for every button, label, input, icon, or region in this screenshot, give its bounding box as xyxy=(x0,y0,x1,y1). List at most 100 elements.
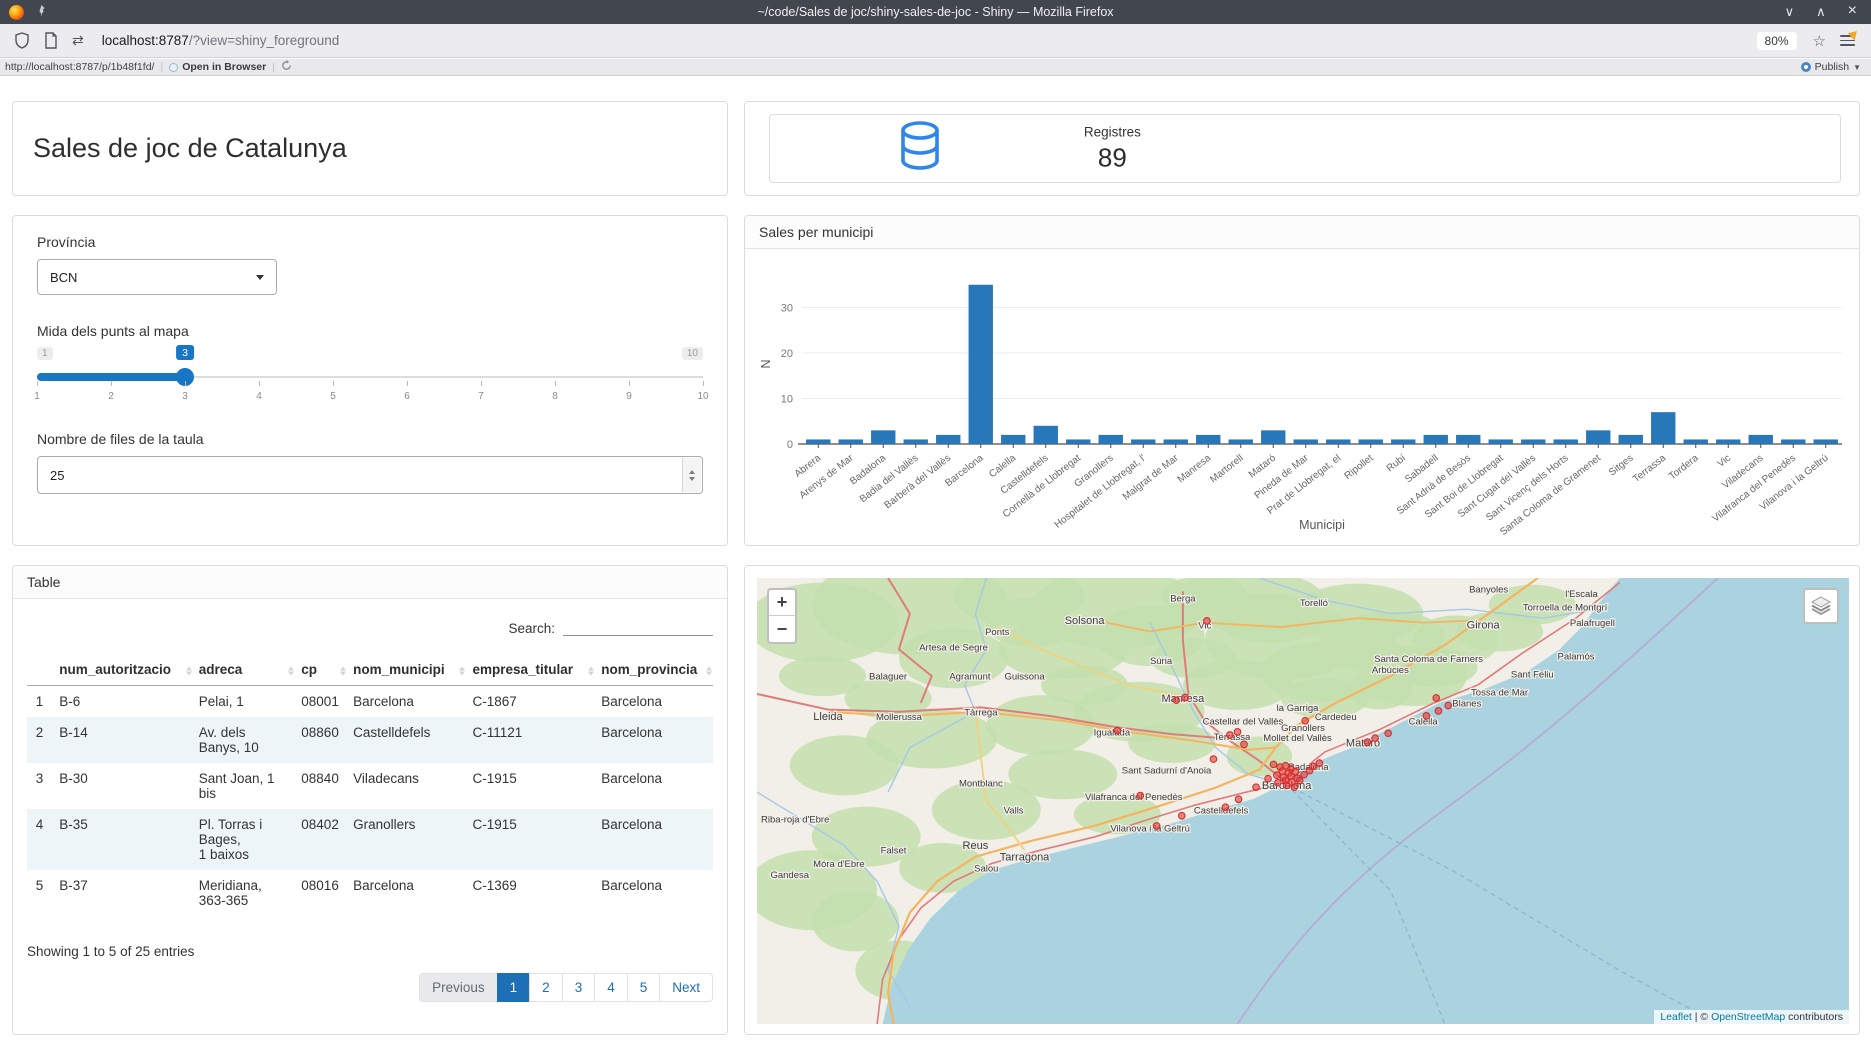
table-cell: Barcelona xyxy=(595,870,713,916)
page-info-icon[interactable] xyxy=(44,32,58,49)
table-cell: B-30 xyxy=(53,763,192,809)
map-sale-marker[interactable] xyxy=(1204,618,1211,625)
url-bar[interactable]: localhost:8787/?view=shiny_foreground xyxy=(102,33,340,48)
map-town-label: Salou xyxy=(974,863,998,874)
publish-button[interactable]: Publish ▼ xyxy=(1801,61,1871,73)
slider-tick xyxy=(703,381,704,386)
table-row[interactable]: 4B-35Pl. Torras i Bages, 1 baixos08402Gr… xyxy=(27,809,713,870)
map-town-label: Santa Coloma de Farners xyxy=(1374,654,1483,665)
permissions-icon[interactable]: ⇄ xyxy=(72,32,84,49)
svg-text:20: 20 xyxy=(781,348,793,360)
column-header-nom_provincia[interactable]: nom_provincia xyxy=(595,656,713,686)
map-sale-marker[interactable] xyxy=(1296,777,1303,784)
stepper-up-icon[interactable] xyxy=(689,470,695,474)
registres-label: Registres xyxy=(1084,124,1141,139)
point-size-slider[interactable]: 1 10 3 12345678910 xyxy=(37,343,703,405)
search-input[interactable] xyxy=(563,616,713,636)
page-button-3[interactable]: 3 xyxy=(562,973,596,1002)
bookmark-star-icon[interactable]: ☆ xyxy=(1813,32,1826,50)
map-sale-marker[interactable] xyxy=(1227,732,1234,739)
row-number-cell: 1 xyxy=(27,686,53,718)
table-row[interactable]: 5B-37Meridiana, 363-36508016BarcelonaC-1… xyxy=(27,870,713,916)
table-cell: 08402 xyxy=(295,809,347,870)
column-header-nom_municipi[interactable]: nom_municipi xyxy=(347,656,466,686)
publish-caret-icon: ▼ xyxy=(1853,63,1861,72)
table-row[interactable]: 3B-30Sant Joan, 1 bis08840ViladecansC-19… xyxy=(27,763,713,809)
url-host: localhost:8787 xyxy=(102,33,189,48)
column-header-num_autoritzacio[interactable]: num_autoritzacio xyxy=(53,656,192,686)
previous-page-button[interactable]: Previous xyxy=(419,973,498,1002)
slider-tick-label: 4 xyxy=(256,391,262,402)
zoom-level-indicator[interactable]: 80% xyxy=(1757,32,1797,50)
map-sale-marker[interactable] xyxy=(1114,727,1121,734)
map-sale-marker[interactable] xyxy=(1316,760,1323,767)
map-sale-marker[interactable] xyxy=(1275,779,1282,786)
row-number-cell: 5 xyxy=(27,870,53,916)
map-sale-marker[interactable] xyxy=(1265,775,1272,782)
window-maximize-button[interactable]: ∧ xyxy=(1816,4,1826,20)
page-button-5[interactable]: 5 xyxy=(627,973,661,1002)
map-sale-marker[interactable] xyxy=(1291,784,1298,791)
column-header-empresa_titular[interactable]: empresa_titular xyxy=(466,656,595,686)
map-sale-marker[interactable] xyxy=(1385,730,1392,737)
leaflet-link[interactable]: Leaflet xyxy=(1660,1011,1692,1023)
map-sale-marker[interactable] xyxy=(1222,804,1229,811)
map-sale-marker[interactable] xyxy=(1137,792,1144,799)
open-in-browser-button[interactable]: Open in Browser xyxy=(182,61,266,73)
stepper-down-icon[interactable] xyxy=(689,477,695,481)
map-sale-marker[interactable] xyxy=(1235,796,1242,803)
map-sale-marker[interactable] xyxy=(1433,695,1440,702)
table-cell: C-1369 xyxy=(466,870,595,916)
table-cell: 08860 xyxy=(295,717,347,763)
map-town-label: Castelldefels xyxy=(1194,805,1249,816)
window-minimize-button[interactable]: ∨ xyxy=(1785,4,1795,20)
page-button-2[interactable]: 2 xyxy=(529,973,563,1002)
map-sale-marker[interactable] xyxy=(1445,702,1452,709)
rows-number-input[interactable]: 25 xyxy=(37,456,703,494)
leaflet-map[interactable]: BergaSolsonaTorellóBanyolesl'EscalaTorro… xyxy=(757,578,1849,1024)
url-path: /?view=shiny_foreground xyxy=(189,33,339,48)
slider-tick xyxy=(629,381,630,386)
x-axis-tick-label: Terrassa xyxy=(1631,452,1668,485)
map-sale-marker[interactable] xyxy=(1182,694,1189,701)
map-sale-marker[interactable] xyxy=(1372,735,1379,742)
page-button-1[interactable]: 1 xyxy=(497,973,531,1002)
table-row[interactable]: 2B-14Av. dels Banys, 1008860Castelldefel… xyxy=(27,717,713,763)
map-sale-marker[interactable] xyxy=(1270,761,1277,768)
table-row[interactable]: 1B-6Pelai, 108001BarcelonaC-1867Barcelon… xyxy=(27,686,713,718)
map-sale-marker[interactable] xyxy=(1234,729,1241,736)
map-sale-marker[interactable] xyxy=(1241,741,1248,748)
map-canvas[interactable]: BergaSolsonaTorellóBanyolesl'EscalaTorro… xyxy=(757,578,1849,1024)
sort-icon xyxy=(186,666,192,675)
map-zoom-in-button[interactable]: + xyxy=(769,590,795,616)
registres-value: 89 xyxy=(1084,142,1141,173)
column-header-cp[interactable]: cp xyxy=(295,656,347,686)
map-sale-marker[interactable] xyxy=(1364,739,1371,746)
layers-icon xyxy=(1810,595,1832,617)
window-close-button[interactable]: × xyxy=(1848,4,1857,20)
openstreetmap-link[interactable]: OpenStreetMap xyxy=(1711,1011,1785,1023)
refresh-icon[interactable] xyxy=(281,60,292,74)
next-page-button[interactable]: Next xyxy=(659,973,713,1002)
provincia-select[interactable]: BCN xyxy=(37,259,277,295)
map-sale-marker[interactable] xyxy=(1153,823,1160,830)
table-cell: C-1915 xyxy=(466,809,595,870)
map-sale-marker[interactable] xyxy=(1173,697,1180,704)
column-header-adreca[interactable]: adreca xyxy=(193,656,296,686)
number-stepper[interactable] xyxy=(682,458,701,492)
map-sale-marker[interactable] xyxy=(1435,708,1442,715)
map-sale-marker[interactable] xyxy=(1310,763,1317,770)
chart-bar xyxy=(1099,435,1123,444)
map-sale-marker[interactable] xyxy=(1210,756,1217,763)
map-zoom-out-button[interactable]: − xyxy=(769,616,795,642)
shield-icon[interactable] xyxy=(14,32,30,49)
map-sale-marker[interactable] xyxy=(1302,717,1309,724)
map-layers-control[interactable] xyxy=(1803,588,1839,624)
map-sale-marker[interactable] xyxy=(1273,772,1280,779)
map-sale-marker[interactable] xyxy=(1283,782,1290,789)
map-sale-marker[interactable] xyxy=(1253,784,1260,791)
page-button-4[interactable]: 4 xyxy=(594,973,628,1002)
map-sale-marker[interactable] xyxy=(1423,713,1430,720)
hamburger-menu-icon[interactable] xyxy=(1840,35,1855,46)
map-sale-marker[interactable] xyxy=(1178,812,1185,819)
